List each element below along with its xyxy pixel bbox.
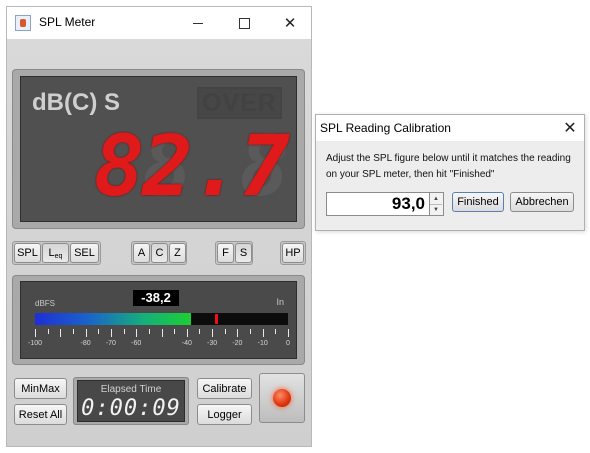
meter-tick [250, 329, 252, 334]
meter-tick [60, 329, 62, 337]
input-label: In [276, 297, 284, 307]
minmax-button[interactable]: MinMax [14, 378, 67, 399]
level-meter-frame: dBFS -38,2 In -100 -80 -70 -60 -40 -30 -20 -10 0 [12, 275, 305, 365]
meter-tick [148, 329, 150, 334]
java-app-icon [15, 15, 31, 31]
spl-button[interactable]: SPL [14, 243, 41, 263]
over-indicator: OVER [197, 87, 282, 119]
meter-tick [110, 329, 112, 337]
weighting-z-button[interactable]: Z [169, 243, 186, 263]
unit-label: dB(C) S [32, 89, 120, 116]
calibration-value: 93,0 [391, 194, 425, 213]
elapsed-time-value: 0:00:09 [81, 396, 181, 421]
dialog-close-button[interactable]: ✕ [560, 118, 580, 138]
slow-button[interactable]: S [235, 243, 252, 263]
meter-tick [237, 329, 239, 337]
weighting-a-button[interactable]: A [133, 243, 150, 263]
weighting-c-button[interactable]: C [151, 243, 168, 263]
dialog-title-bar[interactable]: SPL Reading Calibration ✕ [316, 115, 584, 141]
logger-button[interactable]: Logger [197, 404, 252, 425]
meter-tick [161, 329, 163, 337]
meter-tick [174, 329, 176, 334]
meter-tick-label: -40 [181, 340, 192, 347]
calibration-value-field[interactable]: 93,0 [326, 192, 430, 216]
meter-tick [224, 329, 226, 334]
meter-tick [35, 329, 36, 337]
meter-tick [262, 329, 264, 337]
record-button[interactable] [259, 373, 305, 423]
cancel-button[interactable]: Abbrechen [510, 192, 574, 212]
meter-tick [72, 329, 74, 334]
fast-button[interactable]: F [217, 243, 234, 263]
elapsed-time-display: Elapsed Time 0:00:09 [77, 380, 185, 422]
calibrate-button[interactable]: Calibrate [197, 378, 252, 399]
dialog-message: Adjust the SPL figure below until it mat… [326, 153, 571, 180]
leq-button[interactable]: Leq [42, 243, 69, 263]
close-button[interactable]: ✕ [267, 7, 313, 39]
meter-tick-label: -30 [207, 340, 218, 347]
minimize-button[interactable] [175, 7, 221, 39]
title-bar[interactable]: SPL Meter ✕ [7, 7, 311, 39]
calibration-dialog: SPL Reading Calibration ✕ Adjust the SPL… [315, 114, 585, 231]
sel-button[interactable]: SEL [70, 243, 99, 263]
dbfs-label: dBFS [35, 299, 56, 308]
meter-tick-label: -20 [232, 340, 243, 347]
dialog-title: SPL Reading Calibration [320, 121, 451, 135]
meter-tick [123, 329, 125, 334]
elapsed-time-frame: Elapsed Time 0:00:09 [73, 377, 189, 425]
finished-button[interactable]: Finished [452, 192, 504, 212]
level-meter: dBFS -38,2 In -100 -80 -70 -60 -40 -30 -20 -10 0 [20, 281, 297, 359]
meter-tick-label: -80 [80, 340, 91, 347]
spinner-down-icon[interactable]: ▼ [430, 204, 442, 215]
elapsed-time-label: Elapsed Time [100, 384, 162, 395]
meter-tick [47, 329, 49, 334]
meter-tick-label: 0 [286, 340, 290, 347]
meter-tick [136, 329, 138, 337]
high-pass-button[interactable]: HP [282, 243, 304, 263]
meter-tick [199, 329, 201, 334]
calibration-spinner: ▲ ▼ [430, 192, 444, 216]
meter-tick [275, 329, 277, 334]
meter-tick [186, 329, 188, 337]
spl-meter-window: SPL Meter ✕ dB(C) S OVER 88.8 82.7 SPL L… [6, 6, 312, 447]
leq-subscript: eq [54, 252, 63, 260]
meter-tick-label: -100 [27, 340, 43, 347]
level-readout: -38,2 [133, 290, 179, 306]
minimize-icon [193, 22, 203, 24]
window-title: SPL Meter [39, 15, 96, 29]
peak-marker [214, 314, 218, 324]
maximize-icon [238, 17, 250, 29]
maximize-button[interactable] [221, 7, 267, 39]
spl-display: dB(C) S OVER 88.8 82.7 [20, 76, 297, 222]
meter-tick-label: -70 [105, 340, 116, 347]
record-led-icon [273, 389, 291, 407]
level-bar-fill [35, 313, 192, 325]
meter-panel: dB(C) S OVER 88.8 82.7 SPL Leq SEL A C Z… [7, 39, 311, 446]
meter-tick [288, 329, 289, 337]
meter-tick-label: -10 [257, 340, 268, 347]
meter-tick [212, 329, 214, 337]
meter-tick-label: -60 [131, 340, 142, 347]
meter-tick [98, 329, 100, 334]
spl-display-frame: dB(C) S OVER 88.8 82.7 [12, 69, 305, 229]
spl-value: 82.7 [93, 117, 290, 215]
reset-all-button[interactable]: Reset All [14, 404, 67, 425]
level-bar-track [35, 313, 288, 325]
meter-tick [85, 329, 87, 337]
